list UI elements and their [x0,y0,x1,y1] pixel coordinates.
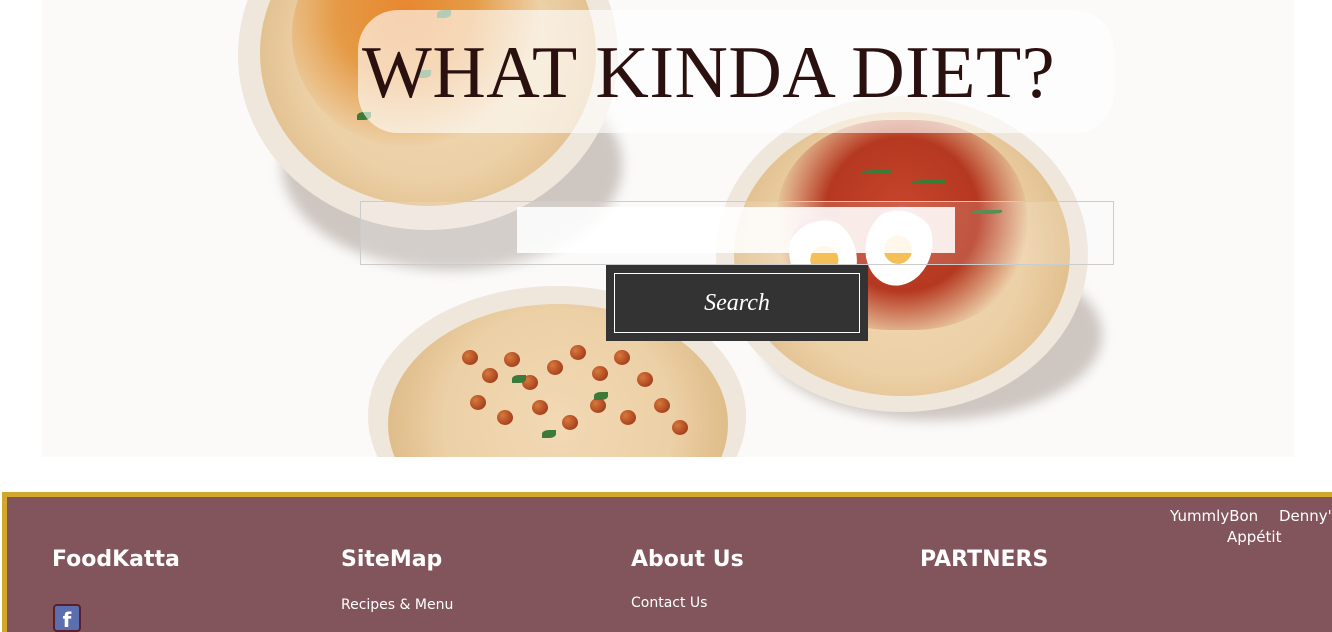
footer-heading-partners: PARTNERS [920,547,1049,572]
search-button-label: Search [614,273,860,333]
footer-column-foodkatta: FoodKatta [52,547,180,572]
partner-link-dennys[interactable]: Denny's [1279,507,1332,525]
search-input[interactable] [517,207,955,253]
partner-link-yummlybon[interactable]: YummlyBon [1170,507,1258,525]
footer: FoodKatta SiteMap Recipes & Menu About U… [2,492,1332,632]
footer-heading-about-us: About Us [631,547,744,572]
footer-column-partners: PARTNERS [920,547,1048,572]
footer-heading-sitemap: SiteMap [341,547,443,572]
footer-heading-foodkatta: FoodKatta [52,547,180,572]
facebook-icon[interactable]: f [53,604,81,632]
partner-link-appetit[interactable]: Appétit [1227,528,1281,546]
footer-column-sitemap: SiteMap [341,547,442,572]
search-button[interactable]: Search [606,265,868,341]
footer-link-recipes-menu[interactable]: Recipes & Menu [341,597,453,613]
page-title: WHAT KINDA DIET? [362,32,1056,114]
footer-link-contact-us[interactable]: Contact Us [631,595,707,611]
footer-column-about-us: About Us [631,547,744,572]
